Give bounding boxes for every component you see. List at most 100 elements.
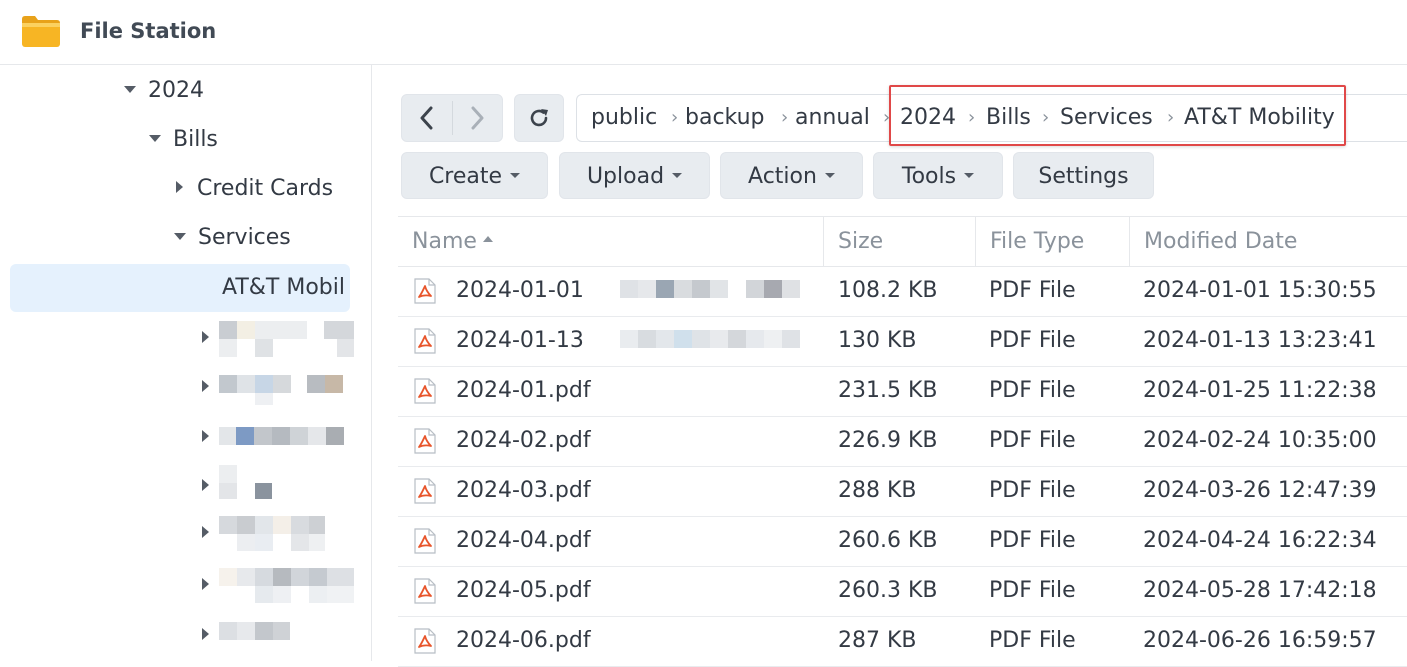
- column-divider[interactable]: [1129, 217, 1130, 266]
- settings-label: Settings: [1038, 164, 1129, 189]
- column-divider[interactable]: [975, 217, 976, 266]
- redacted-block: [692, 280, 710, 298]
- redacted-block: [237, 534, 255, 551]
- tree-item-redacted[interactable]: [202, 618, 362, 654]
- caret-right-icon[interactable]: [202, 430, 209, 442]
- modified-date: 2024-06-26 16:59:57: [1143, 628, 1377, 653]
- tree-item-redacted[interactable]: [202, 420, 362, 456]
- chevron-left-icon: [420, 106, 433, 130]
- caret-right-icon[interactable]: [202, 628, 209, 640]
- redacted-block: [746, 280, 764, 298]
- file-size: 231.5 KB: [838, 378, 938, 403]
- tree-item-services[interactable]: Services: [174, 214, 291, 262]
- file-type: PDF File: [989, 378, 1076, 403]
- pdf-file-icon: [414, 628, 436, 654]
- create-button[interactable]: Create: [401, 152, 548, 199]
- modified-date: 2024-01-13 13:23:41: [1143, 328, 1377, 353]
- create-label: Create: [428, 164, 503, 189]
- table-row[interactable]: 2024-03.pdf 288 KB PDF File 2024-03-26 1…: [398, 466, 1407, 517]
- redacted-block: [309, 568, 327, 586]
- file-type: PDF File: [989, 528, 1076, 553]
- tree-item-redacted[interactable]: [202, 465, 362, 501]
- tree-item-redacted[interactable]: [202, 516, 362, 552]
- file-type: PDF File: [989, 628, 1076, 653]
- tools-button[interactable]: Tools: [873, 152, 1003, 199]
- folder-tree[interactable]: 2024 Bills Credit Cards Services AT&T Mo…: [0, 65, 372, 661]
- redacted-block: [237, 321, 255, 339]
- file-size: 226.9 KB: [838, 428, 938, 453]
- caret-down-icon[interactable]: [174, 232, 186, 240]
- caret-right-icon[interactable]: [202, 479, 209, 491]
- folder-icon: [22, 16, 60, 47]
- redacted-block: [674, 280, 692, 298]
- redacted-block: [746, 330, 764, 348]
- settings-button[interactable]: Settings: [1013, 152, 1154, 199]
- table-row[interactable]: 2024-05.pdf 260.3 KB PDF File 2024-05-28…: [398, 566, 1407, 617]
- redacted-block: [219, 321, 237, 339]
- redacted-block: [326, 427, 344, 445]
- redacted-block: [309, 516, 325, 534]
- caret-right-icon[interactable]: [176, 181, 183, 193]
- tools-label: Tools: [901, 164, 957, 189]
- table-row[interactable]: 2024-01-01 108.2 KB PDF File 2024-01-01 …: [398, 266, 1407, 317]
- back-button[interactable]: [402, 95, 452, 141]
- upload-button[interactable]: Upload: [559, 152, 710, 199]
- redacted-block: [710, 330, 728, 348]
- redacted-block: [273, 375, 291, 393]
- column-header-name[interactable]: Name: [412, 217, 493, 266]
- file-name: 2024-01-13: [456, 328, 584, 353]
- redacted-block: [764, 330, 782, 348]
- table-row[interactable]: 2024-06.pdf 287 KB PDF File 2024-06-26 1…: [398, 616, 1407, 667]
- modified-date: 2024-05-28 17:42:18: [1143, 578, 1377, 603]
- column-header-modified-date[interactable]: Modified Date: [1144, 217, 1297, 266]
- column-label: File Type: [990, 229, 1085, 254]
- pdf-file-icon: [414, 478, 436, 504]
- caret-right-icon[interactable]: [202, 578, 209, 590]
- caret-right-icon[interactable]: [202, 380, 209, 392]
- table-row[interactable]: 2024-01-13 130 KB PDF File 2024-01-13 13…: [398, 316, 1407, 367]
- table-row[interactable]: 2024-04.pdf 260.6 KB PDF File 2024-04-24…: [398, 516, 1407, 567]
- action-button[interactable]: Action: [720, 152, 863, 199]
- tree-item-redacted[interactable]: [202, 321, 362, 357]
- column-header-size[interactable]: Size: [838, 217, 883, 266]
- redacted-block: [219, 622, 237, 640]
- tree-item-2024[interactable]: 2024: [124, 67, 204, 115]
- modified-date: 2024-02-24 10:35:00: [1143, 428, 1377, 453]
- redacted-block: [674, 330, 692, 348]
- redacted-block: [324, 321, 354, 339]
- redacted-block: [273, 622, 290, 640]
- tree-item-credit-cards[interactable]: Credit Cards: [176, 165, 333, 213]
- redacted-block: [309, 534, 325, 551]
- file-size: 260.3 KB: [838, 578, 938, 603]
- column-label: Modified Date: [1144, 229, 1298, 254]
- forward-button[interactable]: [452, 95, 502, 141]
- caret-down-icon[interactable]: [149, 134, 161, 142]
- caret-right-icon[interactable]: [202, 331, 209, 343]
- table-row[interactable]: 2024-02.pdf 226.9 KB PDF File 2024-02-24…: [398, 416, 1407, 467]
- table-row[interactable]: 2024-01.pdf 231.5 KB PDF File 2024-01-25…: [398, 366, 1407, 417]
- caret-down-icon[interactable]: [124, 85, 136, 93]
- tree-item-bills[interactable]: Bills: [149, 116, 218, 164]
- redacted-block: [255, 339, 273, 357]
- file-name: 2024-01.pdf: [456, 378, 591, 403]
- breadcrumb-backup[interactable]: backup: [685, 95, 765, 141]
- tree-item-redacted[interactable]: [202, 370, 362, 406]
- redacted-block: [219, 568, 237, 586]
- caret-right-icon[interactable]: [202, 526, 209, 538]
- refresh-button[interactable]: [514, 94, 564, 142]
- tree-item-att-mobility[interactable]: AT&T Mobil: [222, 264, 345, 312]
- app-title: File Station: [80, 19, 217, 43]
- redacted-block: [255, 321, 307, 339]
- tree-item-redacted[interactable]: [202, 568, 362, 604]
- file-type: PDF File: [989, 578, 1076, 603]
- redacted-block: [291, 534, 309, 551]
- file-name: 2024-03.pdf: [456, 478, 591, 503]
- breadcrumb-public[interactable]: public: [591, 95, 657, 141]
- column-divider[interactable]: [823, 217, 824, 266]
- breadcrumb-annual[interactable]: annual: [795, 95, 870, 141]
- redacted-block: [255, 516, 273, 534]
- tree-label: 2024: [148, 78, 204, 103]
- redacted-block: [273, 568, 291, 586]
- column-header-file-type[interactable]: File Type: [990, 217, 1084, 266]
- redacted-block: [255, 393, 273, 405]
